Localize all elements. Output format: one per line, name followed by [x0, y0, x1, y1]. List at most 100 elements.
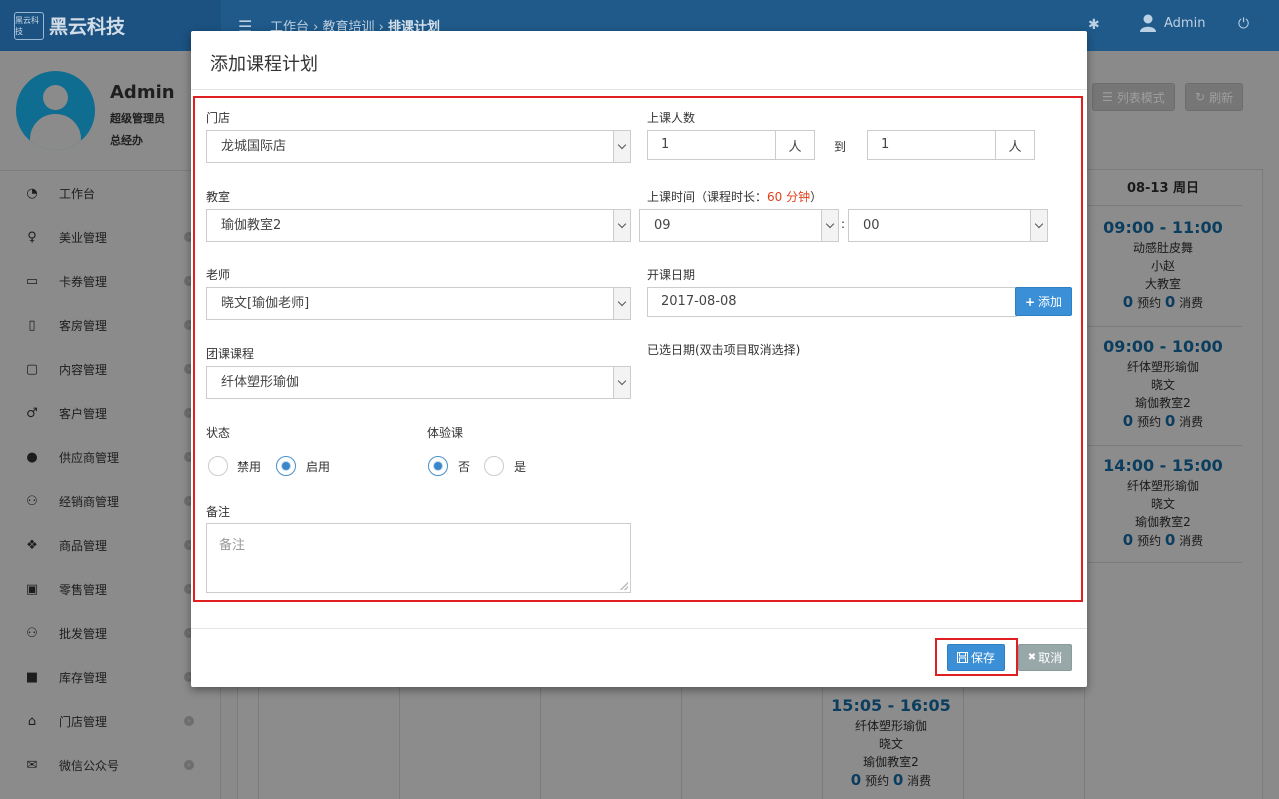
- event-room: 瑜伽教室2: [863, 755, 919, 769]
- sidebar-item-suppliers[interactable]: ● 供应商管理 ›: [0, 435, 220, 479]
- event-room: 瑜伽教室2: [1135, 515, 1191, 529]
- sidebar-item-label: 客户管理: [59, 406, 108, 421]
- female-icon: ♀: [27, 229, 37, 245]
- floppy-disk-icon: [956, 652, 968, 663]
- sidebar-item-customers[interactable]: ♂ 客户管理 ›: [0, 391, 220, 435]
- sidebar-item-label: 供应商管理: [59, 450, 120, 465]
- avatar: [16, 71, 95, 150]
- event-course: 动感肚皮舞: [1132, 241, 1193, 255]
- refresh-button[interactable]: ↻ 刷新: [1185, 83, 1244, 111]
- group-course-label: 团课课程: [206, 347, 255, 361]
- sidebar-item-dashboard[interactable]: ◔ 工作台: [0, 171, 220, 215]
- group-course-select[interactable]: 纤体塑形瑜伽: [206, 366, 631, 399]
- event-booked-label: 预约: [1137, 415, 1162, 429]
- add-course-plan-modal: 添加课程计划 门店 龙城国际店 教室 瑜伽教室2 老师 晓文[瑜伽老师] 团课课…: [191, 31, 1087, 687]
- event-booked-label: 预约: [865, 774, 890, 788]
- start-date-input[interactable]: 2017-08-08: [647, 287, 1017, 317]
- sidebar-item-retail[interactable]: ▣ 零售管理 ›: [0, 567, 220, 611]
- status-label: 状态: [206, 426, 231, 440]
- sidebar-item-stores[interactable]: ⌂ 门店管理 ›: [0, 699, 220, 743]
- event-used-label: 消费: [1179, 296, 1204, 310]
- event-booked-label: 预约: [1137, 296, 1162, 310]
- add-date-button[interactable]: + 添加: [1015, 287, 1072, 316]
- capacity-max-input[interactable]: 1: [867, 130, 997, 160]
- sidebar-item-inventory[interactable]: ■ 库存管理 ›: [0, 655, 220, 699]
- resize-grip-icon[interactable]: [620, 582, 628, 590]
- event-booked-count: 0: [1122, 412, 1134, 430]
- sidebar-item-rooms[interactable]: ▯ 客房管理 ›: [0, 303, 220, 347]
- male-icon: ♂: [26, 405, 38, 421]
- save-button-label: 保存: [970, 651, 995, 665]
- save-button[interactable]: 保存: [947, 644, 1005, 671]
- logo-text: 黑云科技: [49, 16, 126, 38]
- event-used-count: 0: [1164, 531, 1176, 549]
- note-placeholder: 备注: [219, 538, 246, 553]
- minute-select[interactable]: 00: [848, 209, 1048, 242]
- chevron-down-icon: [613, 131, 630, 162]
- event-booked-count: 0: [850, 771, 862, 789]
- capacity-max-unit: 人: [995, 130, 1035, 160]
- event-stats: 0 预约 0 消费: [1084, 412, 1242, 431]
- logo-badge: 黑云科技: [14, 11, 44, 40]
- store-select[interactable]: 龙城国际店: [206, 130, 631, 163]
- sidebar-item-cards[interactable]: ▭ 卡券管理 ›: [0, 259, 220, 303]
- event-time: 09:00 - 10:00: [1103, 337, 1223, 356]
- event-room: 瑜伽教室2: [1135, 396, 1191, 410]
- event-course: 纤体塑形瑜伽: [1126, 360, 1199, 374]
- refresh-icon: ↻: [1195, 90, 1206, 104]
- room-select[interactable]: 瑜伽教室2: [206, 209, 631, 242]
- sidebar-item-beauty[interactable]: ♀ 美业管理 ›: [0, 215, 220, 259]
- hour-select[interactable]: 09: [639, 209, 839, 242]
- teacher-select[interactable]: 晓文[瑜伽老师]: [206, 287, 631, 320]
- status-radio-disabled[interactable]: [208, 456, 228, 476]
- sidebar-item-wechat[interactable]: ✉ 微信公众号 ›: [0, 743, 220, 787]
- minute-select-value: 00: [863, 218, 880, 233]
- event-used-count: 0: [1164, 293, 1176, 311]
- user-menu[interactable]: Admin: [1140, 14, 1205, 32]
- user-avatar-icon: [1140, 14, 1156, 32]
- chevron-down-icon: [1030, 210, 1047, 241]
- power-icon[interactable]: ⏻: [1238, 16, 1249, 32]
- trial-course-label: 体验课: [427, 426, 464, 440]
- sidebar-item-label: 门店管理: [59, 714, 108, 729]
- cancel-button[interactable]: ✖ 取消: [1018, 644, 1072, 671]
- event-stats: 0 预约 0 消费: [1084, 531, 1242, 550]
- event-teacher: 晓文: [878, 737, 903, 751]
- sidebar-item-products[interactable]: ❖ 商品管理 ›: [0, 523, 220, 567]
- calendar-event[interactable]: 15:05 - 16:05 纤体塑形瑜伽 晓文 瑜伽教室2 0 预约 0 消费: [812, 695, 970, 795]
- sidebar-item-label: 微信公众号: [59, 758, 120, 773]
- sidebar-item-wholesale[interactable]: ⚇ 批发管理 ›: [0, 611, 220, 655]
- calendar-event[interactable]: 09:00 - 11:00 动感肚皮舞 小赵 大教室 0 预约 0 消费: [1084, 217, 1242, 327]
- note-textarea[interactable]: 备注: [206, 523, 631, 593]
- event-booked-count: 0: [1122, 293, 1134, 311]
- group-course-select-value: 纤体塑形瑜伽: [221, 375, 300, 390]
- event-teacher: 晓文: [1150, 378, 1175, 392]
- trial-option-yes-label: 是: [514, 460, 527, 474]
- capacity-to-label: 到: [834, 140, 847, 154]
- archive-icon: ■: [25, 669, 39, 685]
- trial-radio-no[interactable]: [428, 456, 448, 476]
- room-label: 教室: [206, 190, 231, 204]
- sidebar-item-distributors[interactable]: ⚇ 经销商管理 ›: [0, 479, 220, 523]
- group-icon: ⚇: [26, 625, 38, 641]
- status-radio-enabled[interactable]: [276, 456, 296, 476]
- home-icon: ⌂: [27, 713, 37, 729]
- event-used-label: 消费: [1179, 415, 1204, 429]
- trial-radio-yes[interactable]: [484, 456, 504, 476]
- sidebar-item-label: 客房管理: [59, 318, 108, 333]
- hour-select-value: 09: [654, 218, 671, 233]
- calendar-event[interactable]: 09:00 - 10:00 纤体塑形瑜伽 晓文 瑜伽教室2 0 预约 0 消费: [1084, 336, 1242, 446]
- list-mode-button[interactable]: ☰ 列表模式: [1092, 83, 1175, 111]
- capacity-min-input[interactable]: 1: [647, 130, 777, 160]
- gear-icon[interactable]: ✱: [1088, 17, 1100, 33]
- user-icon: ●: [26, 449, 38, 465]
- sidebar-item-label: 内容管理: [59, 362, 108, 377]
- profile-role: 超级管理员: [110, 112, 165, 125]
- calendar-event[interactable]: 14:00 - 15:00 纤体塑形瑜伽 晓文 瑜伽教室2 0 预约 0 消费: [1084, 455, 1242, 563]
- sidebar-item-label: 工作台: [59, 186, 96, 201]
- start-date-label: 开课日期: [647, 268, 696, 282]
- sidebar-item-content[interactable]: ▢ 内容管理 ›: [0, 347, 220, 391]
- building-icon: ▯: [28, 317, 36, 333]
- teacher-select-value: 晓文[瑜伽老师]: [221, 296, 310, 311]
- logo[interactable]: 黑云科技 黑云科技: [0, 0, 221, 51]
